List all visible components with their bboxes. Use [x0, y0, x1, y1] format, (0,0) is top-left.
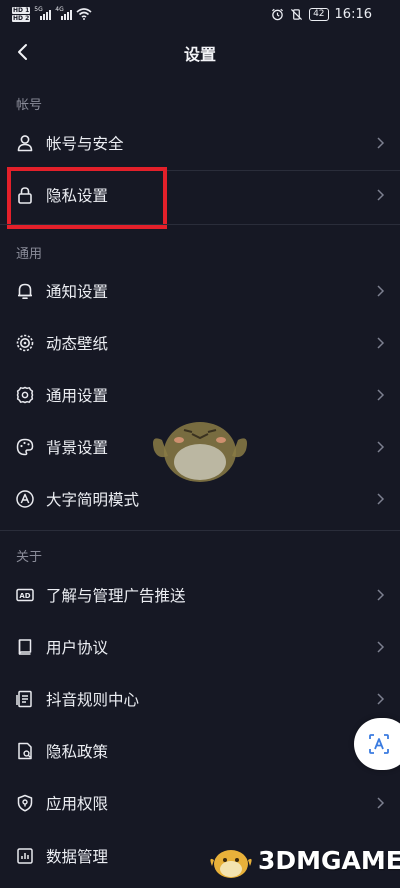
sim1-badge: HD 1: [12, 6, 31, 14]
wallpaper-icon: [16, 334, 34, 352]
battery-indicator: 42: [309, 7, 329, 21]
signal-icon: 4G: [55, 6, 73, 20]
settings-row-account-security[interactable]: 帐号与安全: [0, 117, 400, 169]
chevron-right-icon: [377, 589, 385, 601]
row-label: 抖音规则中心: [46, 691, 140, 709]
shield-icon: [17, 794, 33, 812]
site-watermark: 3DMGAME: [208, 838, 400, 882]
chevron-right-icon: [377, 493, 385, 505]
status-bar: HD 1 HD 2 5G 4G 42 16:16: [0, 0, 400, 28]
watermark-text: 3DMGAME: [258, 846, 400, 875]
person-icon: [17, 135, 33, 152]
row-label: 帐号与安全: [46, 135, 124, 153]
translate-icon: [369, 734, 389, 754]
chevron-right-icon: [377, 285, 385, 297]
section-divider: [0, 530, 400, 531]
translate-button[interactable]: [354, 718, 400, 770]
hd-badges: HD 1 HD 2: [12, 6, 31, 22]
wifi-icon: [76, 8, 92, 20]
chevron-right-icon: [377, 137, 385, 149]
settings-row-notification-settings[interactable]: 通知设置: [0, 265, 400, 317]
settings-row-app-permissions[interactable]: 应用权限: [0, 777, 400, 829]
chevron-right-icon: [377, 389, 385, 401]
ad-icon: AD: [16, 588, 34, 602]
watermark-logo-icon: [210, 850, 252, 878]
palette-icon: [16, 438, 34, 456]
chevron-right-icon: [377, 641, 385, 653]
row-label: 隐私政策: [46, 743, 109, 761]
row-label: 用户协议: [46, 639, 109, 657]
row-label: 背景设置: [46, 439, 109, 457]
row-label: 了解与管理广告推送: [46, 587, 186, 605]
status-bar-right: 42 16:16: [271, 4, 372, 24]
row-label: 动态壁纸: [46, 335, 109, 353]
row-label: 通用设置: [46, 387, 109, 405]
bell-icon: [18, 283, 32, 299]
sim2-badge: HD 2: [12, 14, 31, 22]
network2-label: 4G: [55, 6, 64, 13]
settings-row-user-agreement[interactable]: 用户协议: [0, 621, 400, 673]
header: 设置: [0, 28, 400, 76]
settings-row-live-wallpaper[interactable]: 动态壁纸: [0, 317, 400, 369]
mascot-watermark: [153, 422, 247, 482]
highlight-box: [7, 167, 167, 229]
chevron-right-icon: [377, 189, 385, 201]
signal-icon: 5G: [34, 6, 52, 20]
chevron-right-icon: [377, 441, 385, 453]
book-icon: [18, 639, 32, 655]
row-label: 通知设置: [46, 283, 109, 301]
data-icon: [17, 848, 33, 864]
font-a-icon: [16, 490, 34, 508]
settings-row-rules-center[interactable]: 抖音规则中心: [0, 673, 400, 725]
svg-text:AD: AD: [19, 592, 30, 600]
chevron-right-icon: [377, 337, 385, 349]
policy-icon: [18, 742, 32, 760]
section-label-about: 关于: [16, 550, 43, 565]
vibrate-mute-icon: [291, 8, 303, 20]
row-label: 应用权限: [46, 795, 109, 813]
section-label-general: 通用: [16, 247, 43, 262]
alarm-icon: [272, 8, 284, 20]
row-label: 数据管理: [46, 848, 109, 866]
page-title: 设置: [183, 45, 216, 64]
settings-row-ad-management[interactable]: AD 了解与管理广告推送: [0, 569, 400, 621]
status-bar-left: HD 1 HD 2 5G 4G: [12, 4, 92, 24]
document-icon: [16, 690, 32, 708]
settings-screen: HD 1 HD 2 5G 4G 42 16:16 设置 帐号 帐号与安全 隐私设…: [0, 0, 400, 888]
network1-label: 5G: [34, 6, 43, 13]
section-label-account: 帐号: [16, 98, 43, 113]
chevron-right-icon: [377, 693, 385, 705]
gear-icon: [16, 386, 34, 404]
row-label: 大字简明模式: [46, 491, 140, 509]
status-time: 16:16: [334, 6, 372, 22]
section-divider: [0, 224, 400, 225]
chevron-right-icon: [377, 797, 385, 809]
settings-row-privacy-policy[interactable]: 隐私政策: [0, 725, 400, 777]
